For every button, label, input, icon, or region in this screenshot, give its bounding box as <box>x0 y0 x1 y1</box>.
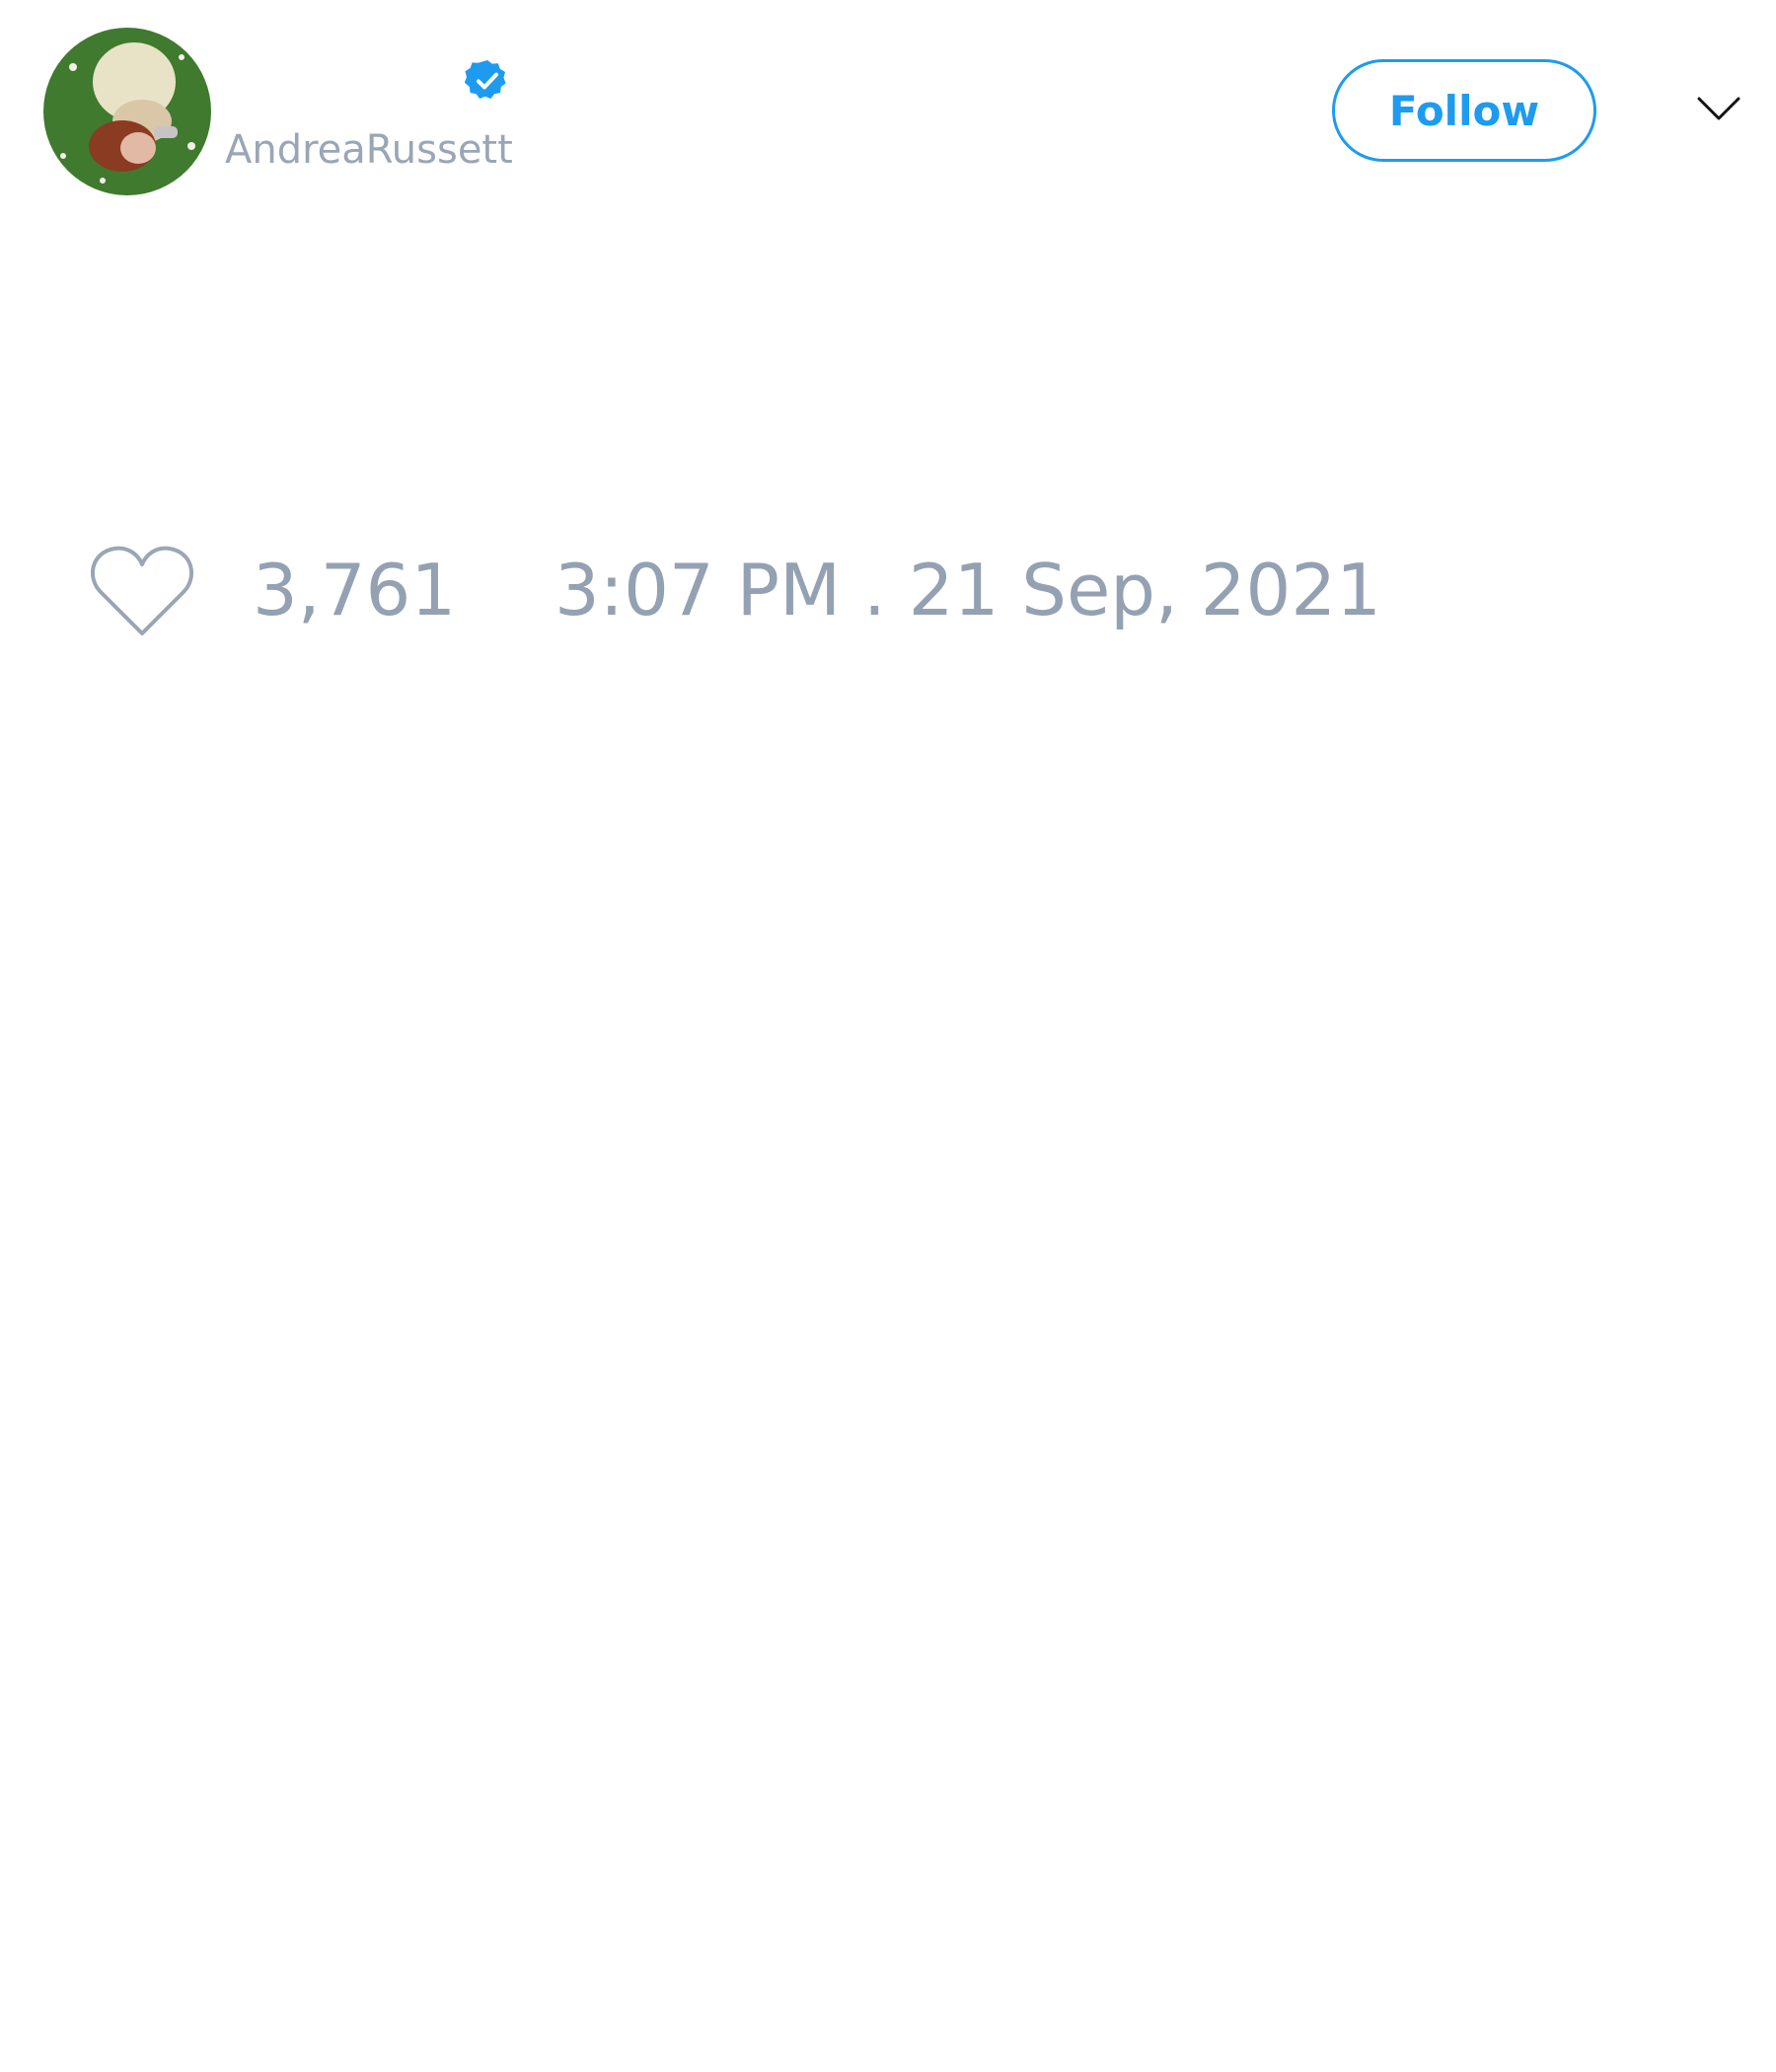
chevron-down-icon[interactable] <box>1695 91 1742 126</box>
tweet-timestamp[interactable]: 3:07 PM . 21 Sep, 2021 <box>555 549 1381 631</box>
follow-button[interactable]: Follow <box>1332 59 1596 162</box>
verified-badge-icon <box>464 60 506 99</box>
avatar-photo <box>43 28 211 195</box>
author-handle[interactable]: AndreaRussett <box>225 126 513 174</box>
tweet-embed: AndreaRussett Follow 3,761 3:07 PM . 21 … <box>0 0 1776 2072</box>
heart-icon[interactable] <box>89 543 195 639</box>
avatar[interactable] <box>43 28 211 195</box>
like-count: 3,761 <box>253 549 457 631</box>
